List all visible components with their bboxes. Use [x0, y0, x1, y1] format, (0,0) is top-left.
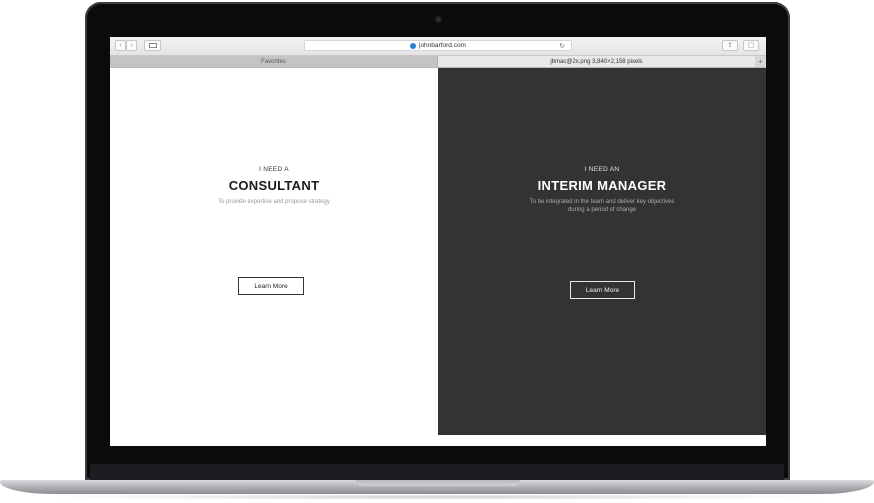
laptop-hinge: [90, 464, 784, 480]
interim-heading: INTERIM MANAGER: [537, 178, 667, 193]
reload-icon[interactable]: ↻: [559, 42, 565, 50]
consultant-heading: CONSULTANT: [228, 178, 320, 193]
interim-eyebrow: I NEED AN: [584, 166, 620, 173]
interim-learn-more-button[interactable]: Learn More: [570, 281, 635, 299]
interim-subtitle-line2: during a period of change: [567, 207, 637, 213]
consultant-eyebrow: I NEED A: [259, 166, 289, 173]
tabs-overview-button[interactable]: ▢: [743, 40, 759, 51]
interim-subtitle: To be integrated in the team and deliver…: [438, 198, 766, 214]
laptop-shadow: [40, 494, 834, 500]
forward-button[interactable]: ›: [126, 40, 137, 51]
address-bar[interactable]: johnbarford.com ↻: [304, 40, 572, 51]
consultant-subtitle: To provide expertise and propose strateg…: [218, 199, 330, 205]
sidebar-toggle-button[interactable]: [144, 40, 161, 51]
camera-icon: [436, 17, 441, 22]
laptop-notch: [356, 480, 520, 486]
tab-image[interactable]: jbmac@2x.png 3,840×2,158 pixels: [438, 56, 755, 67]
interim-manager-panel: I NEED AN INTERIM MANAGER To be integrat…: [438, 68, 766, 435]
globe-icon: [410, 42, 416, 49]
new-tab-button[interactable]: +: [755, 56, 766, 67]
sidebar-icon: [148, 43, 157, 48]
page-content: I NEED A CONSULTANT To provide expertise…: [110, 68, 766, 446]
browser-toolbar: ‹ › johnbarford.com ↻ ⇪ ▢: [110, 37, 766, 56]
laptop-screen: ‹ › johnbarford.com ↻ ⇪ ▢ Favorites jbma…: [110, 37, 766, 446]
back-button[interactable]: ‹: [115, 40, 126, 51]
consultant-learn-more-button[interactable]: Learn More: [238, 277, 304, 295]
address-text: johnbarford.com: [419, 42, 466, 49]
interim-subtitle-line1: To be integrated in the team and deliver…: [529, 199, 675, 205]
tab-bar: Favorites jbmac@2x.png 3,840×2,158 pixel…: [110, 56, 766, 68]
consultant-panel: I NEED A CONSULTANT To provide expertise…: [110, 68, 438, 446]
tab-favorites[interactable]: Favorites: [110, 56, 438, 67]
share-button[interactable]: ⇪: [722, 40, 738, 51]
